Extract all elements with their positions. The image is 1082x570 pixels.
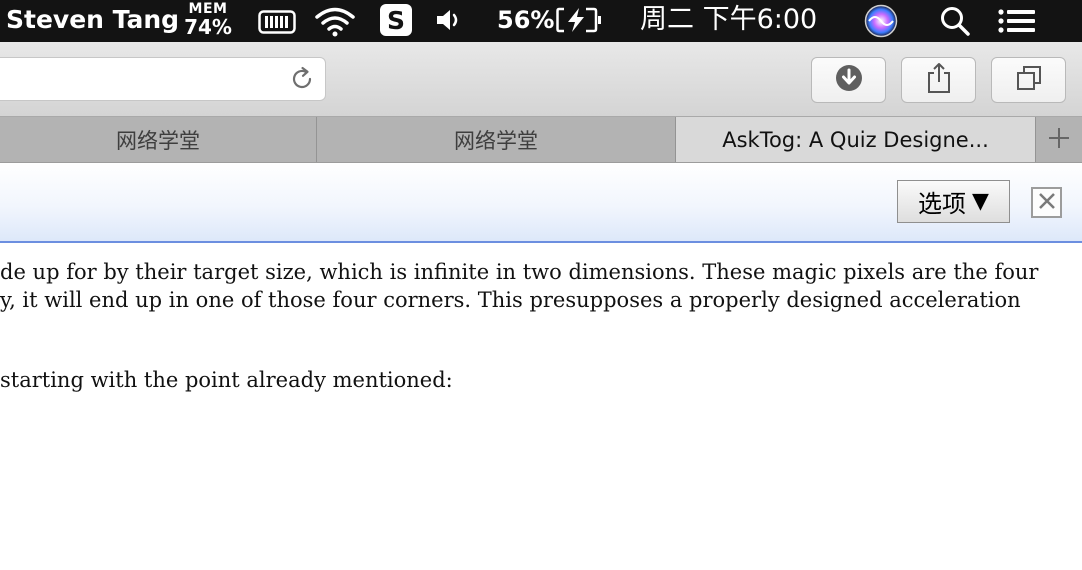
tab[interactable]: 网络学堂	[0, 117, 317, 162]
download-icon	[835, 64, 863, 96]
tab-bar: 网络学堂 网络学堂 AskTog: A Quiz Designe...	[0, 117, 1082, 163]
battery-charging-icon[interactable]	[556, 7, 602, 37]
disk-icon[interactable]	[258, 10, 296, 38]
options-label: 选项	[918, 190, 967, 218]
paragraph-line: de up for by their target size, which is…	[0, 260, 1039, 284]
close-icon	[1037, 191, 1057, 215]
tab-overview-button[interactable]	[991, 57, 1066, 103]
svg-text:S: S	[387, 6, 405, 35]
close-button[interactable]	[1031, 187, 1062, 218]
new-tab-button[interactable]	[1035, 117, 1082, 162]
siri-icon[interactable]	[864, 4, 898, 42]
tab-overview-icon	[1015, 64, 1043, 96]
paragraph-line: starting with the point already mentione…	[0, 368, 453, 392]
options-button[interactable]: 选项 ▼	[897, 180, 1010, 223]
memory-label: MEM	[188, 1, 228, 17]
memory-value: 74%	[184, 15, 232, 39]
battery-percentage[interactable]: 56%	[497, 5, 554, 35]
plus-icon	[1047, 126, 1071, 154]
volume-icon[interactable]	[436, 9, 464, 35]
find-bar: 选项 ▼	[0, 163, 1082, 243]
address-bar[interactable]	[0, 57, 326, 101]
spotlight-search-icon[interactable]	[939, 5, 971, 41]
downloads-button[interactable]	[811, 57, 886, 103]
tab[interactable]: 网络学堂	[317, 117, 676, 162]
menu-bar: Steven Tang MEM 74% S 56% 周二 下午6:00	[0, 0, 1082, 42]
clock[interactable]: 周二 下午6:00	[640, 4, 817, 36]
notification-center-icon[interactable]	[998, 9, 1036, 37]
share-icon	[926, 62, 952, 98]
chevron-down-icon: ▼	[972, 189, 989, 214]
browser-toolbar	[0, 42, 1082, 117]
reload-icon[interactable]	[289, 66, 315, 96]
wifi-icon[interactable]	[314, 5, 356, 41]
tab-active[interactable]: AskTog: A Quiz Designe...	[676, 117, 1035, 162]
share-button[interactable]	[901, 57, 976, 103]
sogou-input-icon[interactable]: S	[380, 4, 412, 40]
paragraph-line: y, it will end up in one of those four c…	[0, 288, 1021, 312]
memory-indicator[interactable]: MEM 74%	[181, 2, 235, 37]
user-name[interactable]: Steven Tang	[6, 4, 179, 36]
page-content: de up for by their target size, which is…	[0, 245, 1082, 570]
